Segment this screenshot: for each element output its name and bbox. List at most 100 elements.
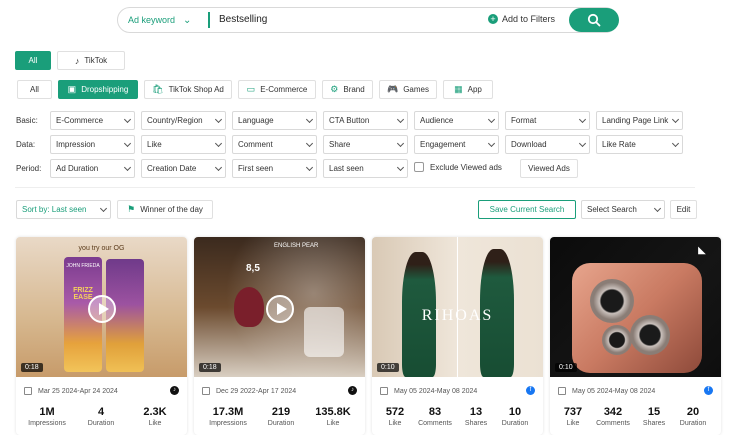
search-button[interactable]	[569, 8, 619, 32]
cart-icon: ▭	[246, 84, 256, 94]
stat-label: Duration	[679, 420, 707, 427]
chevron-down-icon	[578, 139, 587, 148]
stat-like: 2.3K Like	[130, 406, 180, 427]
basic-row-label: Basic:	[16, 116, 38, 125]
keyword-type-select[interactable]: Ad keyword ⌄	[118, 8, 204, 32]
add-to-filters-button[interactable]: + Add to Filters	[488, 14, 555, 24]
checkbox-box	[414, 162, 424, 172]
filter-label: E-Commerce	[56, 116, 104, 125]
select-search-dropdown[interactable]: Select Search	[581, 200, 665, 219]
filter-label: Impression	[56, 140, 96, 149]
sort-select[interactable]: Sort by: Last seen	[16, 200, 111, 219]
filter-audience[interactable]: Audience	[414, 111, 499, 130]
tab-label: TikTok Shop Ad	[168, 85, 224, 94]
facebook-icon: f	[526, 386, 535, 395]
date-range: Mar 25 2024-Apr 24 2024 ♪	[24, 386, 179, 395]
type-tab-brand[interactable]: ⚙ Brand	[322, 80, 373, 99]
filter-country-region[interactable]: Country/Region	[141, 111, 226, 130]
chevron-down-icon	[671, 115, 680, 124]
play-icon[interactable]	[266, 295, 294, 323]
tiktok-icon: ♪	[348, 386, 357, 395]
type-tab-dropshipping[interactable]: ▣ Dropshipping	[58, 80, 138, 99]
stat-label: Impressions	[28, 420, 66, 427]
chevron-down-icon	[396, 115, 405, 124]
chevron-down-icon	[99, 204, 108, 213]
type-tab-games[interactable]: 🎮 Games	[379, 80, 437, 99]
perfume-bottle	[304, 307, 344, 357]
filter-label: Like Rate	[602, 140, 636, 149]
keyword-type-label: Ad keyword	[128, 15, 176, 25]
ad-card[interactable]: ENGLISH PEAR 8,5 0:18 Dec 29 2022-Apr 17…	[194, 237, 365, 435]
tab-label: Dropshipping	[81, 85, 129, 94]
filter-landing-page-link[interactable]: Landing Page Link	[596, 111, 683, 130]
filter-label: Share	[329, 140, 351, 149]
ad-card[interactable]: ◣ 0:10 May 05 2024-May 08 2024 f 737 Like…	[550, 237, 721, 435]
tab-label: App	[467, 85, 482, 94]
stat-impressions: 1M Impressions	[21, 406, 73, 427]
filter-share[interactable]: Share	[323, 135, 408, 154]
stat-comments: 342 Comments	[594, 406, 632, 427]
filter-label: CTA Button	[329, 116, 370, 125]
stat-value: 572	[385, 406, 405, 418]
stat-label: Shares	[642, 420, 666, 427]
filter-ad-duration[interactable]: Ad Duration	[50, 159, 135, 178]
viewed-ads-button[interactable]: Viewed Ads	[520, 159, 578, 178]
stat-value: 737	[563, 406, 583, 418]
filter-label: Ad Duration	[56, 164, 99, 173]
filter-like[interactable]: Like	[141, 135, 226, 154]
filter-label: Format	[511, 116, 537, 125]
ad-card[interactable]: RIHOAS 0:10 May 05 2024-May 08 2024 f 57…	[372, 237, 543, 435]
search-icon	[587, 13, 601, 27]
platform-tab-all[interactable]: All	[15, 51, 51, 70]
chevron-down-icon	[123, 163, 132, 172]
camera-lens	[590, 279, 634, 323]
chevron-down-icon	[396, 163, 405, 172]
stat-value: 2.3K	[143, 406, 167, 418]
filter-impression[interactable]: Impression	[50, 135, 135, 154]
calendar-icon	[380, 387, 388, 395]
shop-bag-icon: 🛍	[152, 84, 164, 94]
filter-last-seen[interactable]: Last seen	[323, 159, 408, 178]
stat-duration: 4 Duration	[78, 406, 124, 427]
brand-logo: ◣	[698, 245, 706, 256]
facebook-icon: f	[704, 386, 713, 395]
filter-engagement[interactable]: Engagement	[414, 135, 499, 154]
stat-value: 15	[647, 406, 661, 418]
filter-ecommerce[interactable]: E-Commerce	[50, 111, 135, 130]
camera-lens	[602, 325, 632, 355]
save-current-search-button[interactable]: Save Current Search	[478, 200, 576, 219]
filter-comment[interactable]: Comment	[232, 135, 317, 154]
edit-button[interactable]: Edit	[670, 200, 697, 219]
filter-download[interactable]: Download	[505, 135, 590, 154]
filter-cta-button[interactable]: CTA Button	[323, 111, 408, 130]
platform-tab-tiktok[interactable]: ♪ TikTok	[57, 51, 125, 70]
chevron-down-icon	[653, 204, 662, 213]
tab-label: E-Commerce	[260, 85, 308, 94]
ad-thumbnail[interactable]: ENGLISH PEAR 8,5 0:18	[194, 237, 365, 377]
stat-label: Duration	[267, 420, 295, 427]
filter-format[interactable]: Format	[505, 111, 590, 130]
filter-creation-date[interactable]: Creation Date	[141, 159, 226, 178]
type-tab-all[interactable]: All	[17, 80, 52, 99]
ad-thumbnail[interactable]: you try our OG JOHN FRIEDA FRIZZ EASE 0:…	[16, 237, 187, 377]
type-tab-tiktok-shop-ad[interactable]: 🛍 TikTok Shop Ad	[144, 80, 232, 99]
ad-card[interactable]: you try our OG JOHN FRIEDA FRIZZ EASE 0:…	[16, 237, 187, 435]
type-tab-ecommerce[interactable]: ▭ E-Commerce	[238, 80, 316, 99]
product-brand: JOHN FRIEDA	[66, 263, 100, 269]
filter-first-seen[interactable]: First seen	[232, 159, 317, 178]
filter-like-rate[interactable]: Like Rate	[596, 135, 683, 154]
type-tab-app[interactable]: ▦ App	[443, 80, 493, 99]
ad-thumbnail[interactable]: ◣ 0:10	[550, 237, 721, 377]
search-input[interactable]: Bestselling	[219, 14, 267, 25]
play-icon[interactable]	[88, 295, 116, 323]
filter-label: Engagement	[420, 140, 466, 149]
stat-label: Duration	[501, 420, 529, 427]
chevron-down-icon	[214, 139, 223, 148]
chevron-down-icon	[396, 139, 405, 148]
thumbnail-price: 8,5	[246, 263, 260, 274]
winner-of-the-day-button[interactable]: ⚑ Winner of the day	[117, 200, 213, 219]
exclude-viewed-checkbox[interactable]: Exclude Viewed ads	[414, 162, 502, 172]
filter-language[interactable]: Language	[232, 111, 317, 130]
ad-thumbnail[interactable]: RIHOAS 0:10	[372, 237, 543, 377]
stat-label: Shares	[464, 420, 488, 427]
